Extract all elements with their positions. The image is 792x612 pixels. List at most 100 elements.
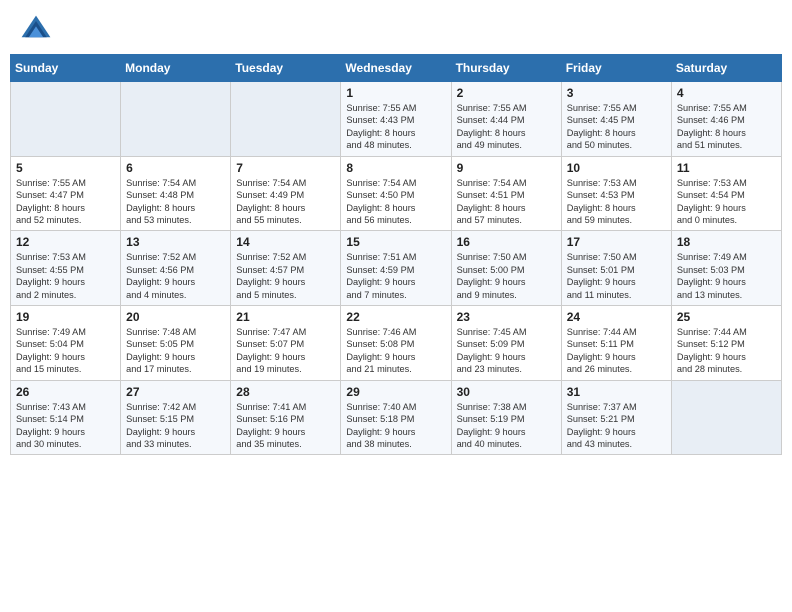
day-number: 29	[346, 385, 445, 399]
day-number: 18	[677, 235, 776, 249]
week-row-0: 1Sunrise: 7:55 AM Sunset: 4:43 PM Daylig…	[11, 82, 782, 157]
day-info: Sunrise: 7:54 AM Sunset: 4:50 PM Dayligh…	[346, 177, 445, 227]
day-number: 17	[567, 235, 666, 249]
day-info: Sunrise: 7:55 AM Sunset: 4:44 PM Dayligh…	[457, 102, 556, 152]
calendar-cell: 26Sunrise: 7:43 AM Sunset: 5:14 PM Dayli…	[11, 380, 121, 455]
day-number: 11	[677, 161, 776, 175]
page: SundayMondayTuesdayWednesdayThursdayFrid…	[0, 0, 792, 612]
day-info: Sunrise: 7:52 AM Sunset: 4:56 PM Dayligh…	[126, 251, 225, 301]
day-number: 22	[346, 310, 445, 324]
header-row: SundayMondayTuesdayWednesdayThursdayFrid…	[11, 55, 782, 82]
day-number: 13	[126, 235, 225, 249]
day-info: Sunrise: 7:44 AM Sunset: 5:11 PM Dayligh…	[567, 326, 666, 376]
logo-icon	[18, 12, 54, 48]
day-info: Sunrise: 7:55 AM Sunset: 4:43 PM Dayligh…	[346, 102, 445, 152]
day-number: 5	[16, 161, 115, 175]
day-info: Sunrise: 7:49 AM Sunset: 5:04 PM Dayligh…	[16, 326, 115, 376]
calendar-cell: 13 Sunrise: 7:52 AM Sunset: 4:56 PM Dayli…	[121, 231, 231, 306]
day-number: 25	[677, 310, 776, 324]
day-info: Sunrise: 7:51 AM Sunset: 4:59 PM Dayligh…	[346, 251, 445, 301]
day-number: 2	[457, 86, 556, 100]
calendar-cell: 10 Sunrise: 7:53 AM Sunset: 4:53 PM Dayli…	[561, 156, 671, 231]
day-number: 6	[126, 161, 225, 175]
week-row-3: 19 Sunrise: 7:49 AM Sunset: 5:04 PM Dayli…	[11, 306, 782, 381]
col-header-monday: Monday	[121, 55, 231, 82]
calendar-cell: 4 Sunrise: 7:55 AM Sunset: 4:46 PM Daylig…	[671, 82, 781, 157]
calendar-cell: 16Sunrise: 7:50 AM Sunset: 5:00 PM Dayli…	[451, 231, 561, 306]
calendar-table: SundayMondayTuesdayWednesdayThursdayFrid…	[10, 54, 782, 455]
calendar-cell: 31Sunrise: 7:37 AM Sunset: 5:21 PM Dayli…	[561, 380, 671, 455]
calendar-cell	[231, 82, 341, 157]
calendar-cell: 14 Sunrise: 7:52 AM Sunset: 4:57 PM Dayli…	[231, 231, 341, 306]
day-number: 4	[677, 86, 776, 100]
calendar-cell: 28 Sunrise: 7:41 AM Sunset: 5:16 PM Dayli…	[231, 380, 341, 455]
calendar-cell: 18 Sunrise: 7:49 AM Sunset: 5:03 PM Dayli…	[671, 231, 781, 306]
calendar-cell: 1Sunrise: 7:55 AM Sunset: 4:43 PM Daylig…	[341, 82, 451, 157]
day-info: Sunrise: 7:37 AM Sunset: 5:21 PM Dayligh…	[567, 401, 666, 451]
day-number: 8	[346, 161, 445, 175]
calendar-cell: 25 Sunrise: 7:44 AM Sunset: 5:12 PM Dayli…	[671, 306, 781, 381]
calendar-cell: 30Sunrise: 7:38 AM Sunset: 5:19 PM Dayli…	[451, 380, 561, 455]
calendar-cell: 15Sunrise: 7:51 AM Sunset: 4:59 PM Dayli…	[341, 231, 451, 306]
day-info: Sunrise: 7:55 AM Sunset: 4:47 PM Dayligh…	[16, 177, 115, 227]
calendar-cell: 21Sunrise: 7:47 AM Sunset: 5:07 PM Dayli…	[231, 306, 341, 381]
calendar: SundayMondayTuesdayWednesdayThursdayFrid…	[0, 54, 792, 612]
header	[0, 0, 792, 54]
calendar-cell	[671, 380, 781, 455]
day-info: Sunrise: 7:55 AM Sunset: 4:46 PM Dayligh…	[677, 102, 776, 152]
calendar-cell: 11 Sunrise: 7:53 AM Sunset: 4:54 PM Dayli…	[671, 156, 781, 231]
day-number: 3	[567, 86, 666, 100]
calendar-cell: 19 Sunrise: 7:49 AM Sunset: 5:04 PM Dayli…	[11, 306, 121, 381]
day-info: Sunrise: 7:52 AM Sunset: 4:57 PM Dayligh…	[236, 251, 335, 301]
calendar-cell: 7Sunrise: 7:54 AM Sunset: 4:49 PM Daylig…	[231, 156, 341, 231]
week-row-2: 12 Sunrise: 7:53 AM Sunset: 4:55 PM Dayli…	[11, 231, 782, 306]
day-info: Sunrise: 7:46 AM Sunset: 5:08 PM Dayligh…	[346, 326, 445, 376]
day-info: Sunrise: 7:53 AM Sunset: 4:55 PM Dayligh…	[16, 251, 115, 301]
day-number: 14	[236, 235, 335, 249]
day-info: Sunrise: 7:44 AM Sunset: 5:12 PM Dayligh…	[677, 326, 776, 376]
day-info: Sunrise: 7:48 AM Sunset: 5:05 PM Dayligh…	[126, 326, 225, 376]
col-header-thursday: Thursday	[451, 55, 561, 82]
day-number: 28	[236, 385, 335, 399]
day-info: Sunrise: 7:53 AM Sunset: 4:53 PM Dayligh…	[567, 177, 666, 227]
day-info: Sunrise: 7:47 AM Sunset: 5:07 PM Dayligh…	[236, 326, 335, 376]
col-header-friday: Friday	[561, 55, 671, 82]
calendar-body: 1Sunrise: 7:55 AM Sunset: 4:43 PM Daylig…	[11, 82, 782, 455]
day-info: Sunrise: 7:38 AM Sunset: 5:19 PM Dayligh…	[457, 401, 556, 451]
calendar-cell: 3 Sunrise: 7:55 AM Sunset: 4:45 PM Daylig…	[561, 82, 671, 157]
day-info: Sunrise: 7:50 AM Sunset: 5:00 PM Dayligh…	[457, 251, 556, 301]
day-number: 24	[567, 310, 666, 324]
day-info: Sunrise: 7:54 AM Sunset: 4:49 PM Dayligh…	[236, 177, 335, 227]
day-number: 20	[126, 310, 225, 324]
col-header-wednesday: Wednesday	[341, 55, 451, 82]
calendar-cell: 6 Sunrise: 7:54 AM Sunset: 4:48 PM Daylig…	[121, 156, 231, 231]
calendar-cell	[121, 82, 231, 157]
day-info: Sunrise: 7:45 AM Sunset: 5:09 PM Dayligh…	[457, 326, 556, 376]
calendar-cell: 20 Sunrise: 7:48 AM Sunset: 5:05 PM Dayli…	[121, 306, 231, 381]
col-header-sunday: Sunday	[11, 55, 121, 82]
day-info: Sunrise: 7:55 AM Sunset: 4:45 PM Dayligh…	[567, 102, 666, 152]
day-info: Sunrise: 7:42 AM Sunset: 5:15 PM Dayligh…	[126, 401, 225, 451]
calendar-cell: 29Sunrise: 7:40 AM Sunset: 5:18 PM Dayli…	[341, 380, 451, 455]
calendar-cell: 5 Sunrise: 7:55 AM Sunset: 4:47 PM Daylig…	[11, 156, 121, 231]
day-info: Sunrise: 7:41 AM Sunset: 5:16 PM Dayligh…	[236, 401, 335, 451]
calendar-header: SundayMondayTuesdayWednesdayThursdayFrid…	[11, 55, 782, 82]
logo	[18, 12, 58, 48]
day-number: 10	[567, 161, 666, 175]
week-row-4: 26Sunrise: 7:43 AM Sunset: 5:14 PM Dayli…	[11, 380, 782, 455]
calendar-cell: 2 Sunrise: 7:55 AM Sunset: 4:44 PM Daylig…	[451, 82, 561, 157]
day-number: 12	[16, 235, 115, 249]
day-info: Sunrise: 7:43 AM Sunset: 5:14 PM Dayligh…	[16, 401, 115, 451]
day-number: 19	[16, 310, 115, 324]
calendar-cell: 8 Sunrise: 7:54 AM Sunset: 4:50 PM Daylig…	[341, 156, 451, 231]
day-info: Sunrise: 7:53 AM Sunset: 4:54 PM Dayligh…	[677, 177, 776, 227]
calendar-cell: 24 Sunrise: 7:44 AM Sunset: 5:11 PM Dayli…	[561, 306, 671, 381]
calendar-cell: 9 Sunrise: 7:54 AM Sunset: 4:51 PM Daylig…	[451, 156, 561, 231]
day-info: Sunrise: 7:54 AM Sunset: 4:48 PM Dayligh…	[126, 177, 225, 227]
day-number: 9	[457, 161, 556, 175]
day-number: 23	[457, 310, 556, 324]
day-info: Sunrise: 7:49 AM Sunset: 5:03 PM Dayligh…	[677, 251, 776, 301]
calendar-cell: 12 Sunrise: 7:53 AM Sunset: 4:55 PM Dayli…	[11, 231, 121, 306]
day-info: Sunrise: 7:54 AM Sunset: 4:51 PM Dayligh…	[457, 177, 556, 227]
week-row-1: 5 Sunrise: 7:55 AM Sunset: 4:47 PM Daylig…	[11, 156, 782, 231]
